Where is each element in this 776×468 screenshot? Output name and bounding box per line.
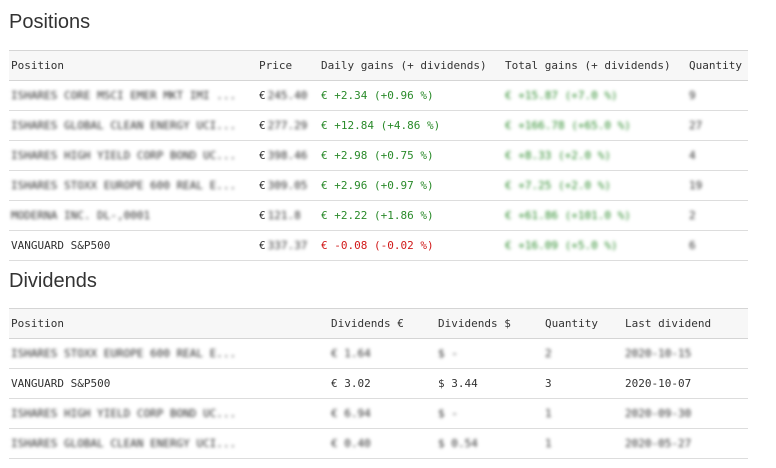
table-row[interactable]: VANGUARD S&P500 € 3.02 $ 3.44 3 2020-10-07 [9, 368, 748, 399]
position-name[interactable]: ISHARES HIGH YIELD CORP BOND UC... [9, 140, 257, 171]
price-value: 398.46 [267, 149, 308, 162]
price-value: 121.8 [267, 209, 301, 222]
position-price-cell: €337.37 [257, 230, 319, 261]
positions-header-row: Position Price Daily gains (+ dividends)… [9, 50, 748, 81]
dividends-usd: $ - [436, 338, 543, 369]
table-row[interactable]: VANGUARD S&P500 €337.37 € -0.08 (-0.02 %) €… [9, 230, 748, 261]
table-row[interactable]: ISHARES STOXX EUROPE 600 REAL E... €309.0… [9, 170, 748, 201]
position-name[interactable]: MODERNA INC. DL-,0001 [9, 200, 257, 231]
positions-table: Position Price Daily gains (+ dividends)… [9, 50, 748, 261]
price-currency: € [259, 179, 266, 192]
dividends-eur: € 0.40 [329, 428, 436, 459]
position-price-cell: €121.8 [257, 200, 319, 231]
position-name[interactable]: ISHARES GLOBAL CLEAN ENERGY UCI... [9, 428, 329, 459]
position-name[interactable]: VANGUARD S&P500 [9, 230, 257, 261]
quantity: 1 [543, 398, 623, 429]
column-header-quantity[interactable]: Quantity [687, 50, 748, 81]
position-name[interactable]: ISHARES CORE MSCI EMER MKT IMI ... [9, 80, 257, 111]
dividends-eur: € 3.02 [329, 368, 436, 399]
position-price-cell: €309.05 [257, 170, 319, 201]
last-dividend-date: 2020-09-30 [623, 398, 748, 429]
table-row[interactable]: ISHARES HIGH YIELD CORP BOND UC... €398.4… [9, 140, 748, 171]
daily-gains: € +2.96 (+0.97 %) [319, 170, 503, 201]
table-row[interactable]: ISHARES CORE MSCI EMER MKT IMI ... €245.4… [9, 80, 748, 111]
position-name[interactable]: ISHARES STOXX EUROPE 600 REAL E... [9, 170, 257, 201]
price-currency: € [259, 89, 266, 102]
position-name[interactable]: ISHARES STOXX EUROPE 600 REAL E... [9, 338, 329, 369]
column-header-price[interactable]: Price [257, 50, 319, 81]
dividends-table: Position Dividends € Dividends $ Quantit… [9, 308, 748, 459]
table-row[interactable]: ISHARES GLOBAL CLEAN ENERGY UCI... € 0.40… [9, 428, 748, 459]
position-name[interactable]: VANGUARD S&P500 [9, 368, 329, 399]
quantity: 4 [687, 140, 748, 171]
total-gains: € +166.78 (+65.0 %) [503, 110, 687, 141]
dividends-title: Dividends [9, 270, 97, 292]
daily-gains: € +2.98 (+0.75 %) [319, 140, 503, 171]
price-value: 245.40 [267, 89, 308, 102]
dividends-usd: $ 0.54 [436, 428, 543, 459]
last-dividend-date: 2020-05-27 [623, 428, 748, 459]
position-price-cell: €245.40 [257, 80, 319, 111]
daily-gains: € +12.84 (+4.86 %) [319, 110, 503, 141]
dividends-header-row: Position Dividends € Dividends $ Quantit… [9, 308, 748, 339]
quantity: 2 [543, 338, 623, 369]
quantity: 27 [687, 110, 748, 141]
price-currency: € [259, 149, 266, 162]
column-header-dividends-eur[interactable]: Dividends € [329, 308, 436, 339]
positions-title: Positions [9, 11, 91, 33]
last-dividend-date: 2020-10-07 [623, 368, 748, 399]
table-row[interactable]: ISHARES GLOBAL CLEAN ENERGY UCI... €277.2… [9, 110, 748, 141]
daily-gains: € +2.22 (+1.86 %) [319, 200, 503, 231]
dividends-eur: € 1.64 [329, 338, 436, 369]
quantity: 9 [687, 80, 748, 111]
quantity: 3 [543, 368, 623, 399]
dividends-usd: $ - [436, 398, 543, 429]
total-gains: € +8.33 (+2.0 %) [503, 140, 687, 171]
price-value: 309.05 [267, 179, 308, 192]
position-price-cell: €277.29 [257, 110, 319, 141]
total-gains: € +61.86 (+101.0 %) [503, 200, 687, 231]
position-name[interactable]: ISHARES GLOBAL CLEAN ENERGY UCI... [9, 110, 257, 141]
table-row[interactable]: MODERNA INC. DL-,0001 €121.8 € +2.22 (+1.8… [9, 200, 748, 231]
daily-gains: € -0.08 (-0.02 %) [319, 230, 503, 261]
total-gains: € +16.09 (+5.0 %) [503, 230, 687, 261]
quantity: 2 [687, 200, 748, 231]
price-currency: € [259, 119, 266, 132]
dividends-usd: $ 3.44 [436, 368, 543, 399]
price-value: 337.37 [267, 239, 308, 252]
dividends-eur: € 6.94 [329, 398, 436, 429]
price-currency: € [259, 239, 266, 252]
quantity: 19 [687, 170, 748, 201]
position-name[interactable]: ISHARES HIGH YIELD CORP BOND UC... [9, 398, 329, 429]
column-header-position[interactable]: Position [9, 308, 329, 339]
table-row[interactable]: ISHARES HIGH YIELD CORP BOND UC... € 6.94… [9, 398, 748, 429]
column-header-quantity[interactable]: Quantity [543, 308, 623, 339]
column-header-last-dividend[interactable]: Last dividend [623, 308, 748, 339]
table-row[interactable]: ISHARES STOXX EUROPE 600 REAL E... € 1.64… [9, 338, 748, 369]
quantity: 1 [543, 428, 623, 459]
column-header-daily-gains[interactable]: Daily gains (+ dividends) [319, 50, 503, 81]
price-currency: € [259, 209, 266, 222]
daily-gains: € +2.34 (+0.96 %) [319, 80, 503, 111]
column-header-position[interactable]: Position [9, 50, 257, 81]
position-price-cell: €398.46 [257, 140, 319, 171]
total-gains: € +7.25 (+2.0 %) [503, 170, 687, 201]
quantity: 6 [687, 230, 748, 261]
column-header-total-gains[interactable]: Total gains (+ dividends) [503, 50, 687, 81]
last-dividend-date: 2020-10-15 [623, 338, 748, 369]
total-gains: € +15.87 (+7.0 %) [503, 80, 687, 111]
price-value: 277.29 [267, 119, 308, 132]
column-header-dividends-usd[interactable]: Dividends $ [436, 308, 543, 339]
